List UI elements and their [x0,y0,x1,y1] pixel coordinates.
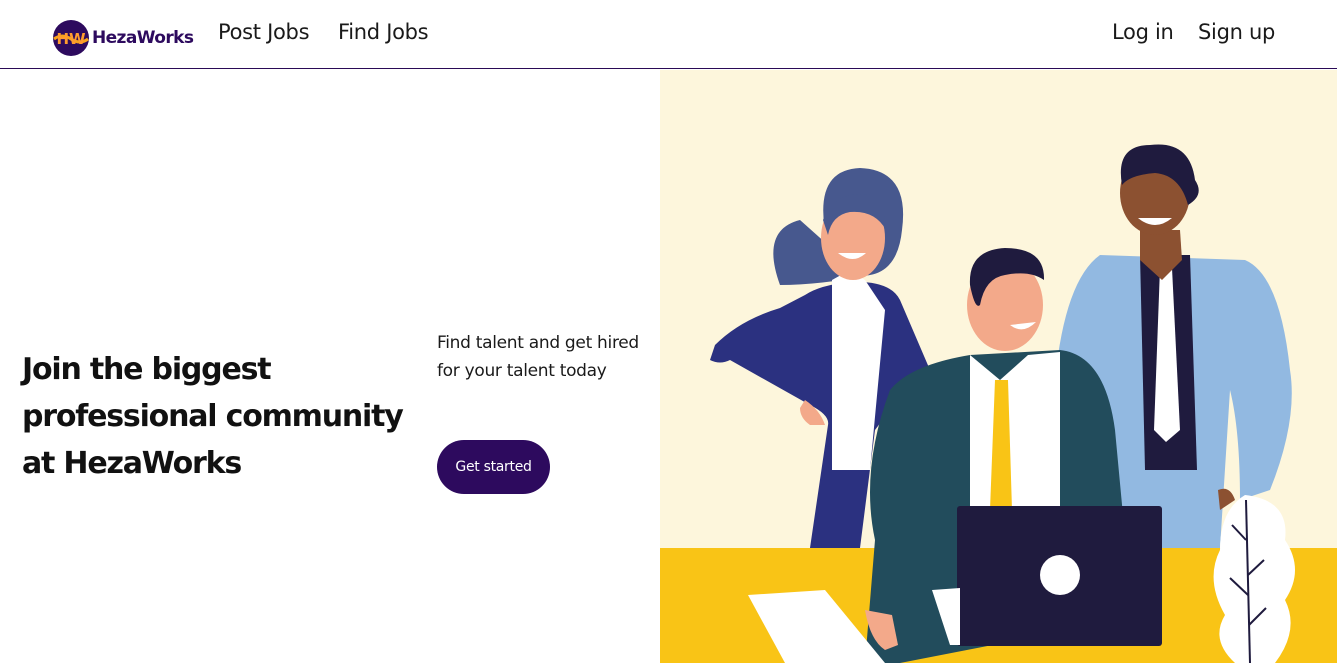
brand-logo-icon: HW [53,20,89,56]
nav-post-jobs-link[interactable]: Post Jobs [218,20,310,44]
navbar: HW HezaWorks Post Jobs Find Jobs Log in … [0,0,1337,69]
nav-login-link[interactable]: Log in [1112,20,1174,44]
laptop-icon [957,506,1162,646]
nav-find-jobs-link[interactable]: Find Jobs [338,20,429,44]
brand-logo-link[interactable]: HW HezaWorks [52,19,194,57]
hero-title: Join the biggest professional community … [22,352,404,481]
team-illustration [660,70,1337,663]
hero-subtitle: Find talent and get hired for your talen… [437,333,639,381]
nav-signup-link[interactable]: Sign up [1198,20,1275,44]
plant-icon [1213,495,1295,663]
brand-mark-text: HW [56,30,86,48]
brand-name: HezaWorks [92,28,194,48]
get-started-button[interactable]: Get started [437,440,550,494]
